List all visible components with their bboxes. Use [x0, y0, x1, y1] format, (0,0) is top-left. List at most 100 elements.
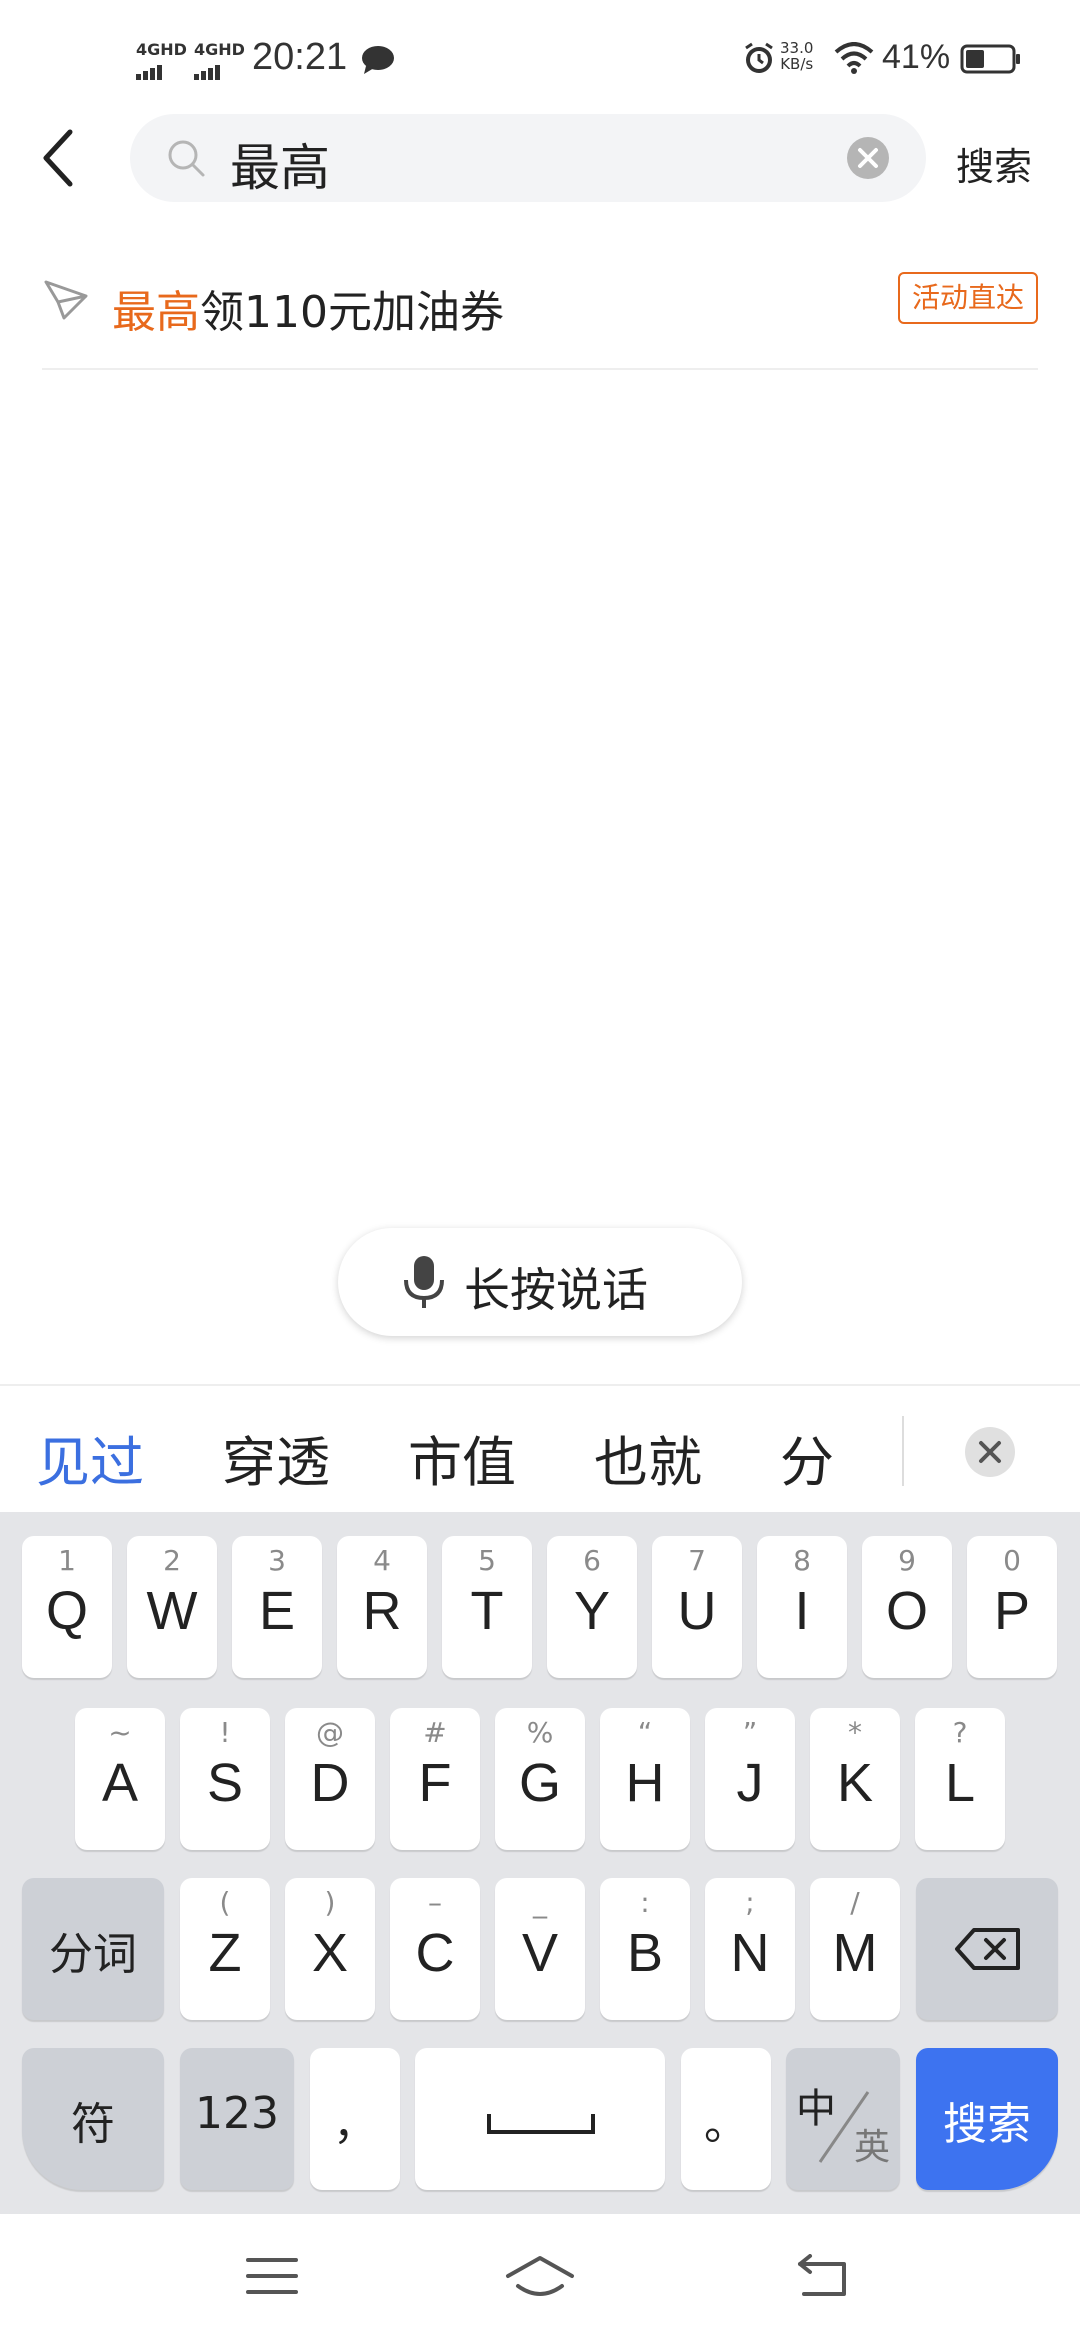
lang-en-label: 英 [853, 2127, 890, 2168]
key-hint: * [848, 1716, 862, 1749]
key-z[interactable]: (Z [180, 1878, 270, 2020]
search-input[interactable]: 最高 [230, 128, 330, 200]
voice-input-button[interactable]: 长按说话 [338, 1228, 742, 1336]
key-b[interactable]: :B [600, 1878, 690, 2020]
key-label: V [521, 1923, 559, 1983]
key-u[interactable]: 7U [652, 1536, 742, 1678]
key-label: E [258, 1581, 296, 1641]
symbols-key[interactable]: 符 [22, 2048, 164, 2190]
key-r[interactable]: 4R [337, 1536, 427, 1678]
key-i[interactable]: 8I [757, 1536, 847, 1678]
suggestion-row[interactable]: 最高领110元加油券 活动直达 [42, 264, 1038, 370]
space-key[interactable] [415, 2048, 665, 2190]
suggestion-text: 最高领110元加油券 [112, 276, 504, 340]
key-s[interactable]: ! S [180, 1708, 270, 1850]
key-label: J [736, 1753, 764, 1813]
key-label: X [311, 1923, 349, 1983]
network-speed-value: 33.0 [780, 39, 814, 57]
key-label: Q [45, 1581, 88, 1641]
battery-percent: 41% [882, 38, 951, 76]
key-q[interactable]: 1Q [22, 1536, 112, 1678]
divider [902, 1416, 904, 1486]
battery-icon [960, 44, 1020, 74]
key-hint: 8 [793, 1544, 811, 1577]
segment-key[interactable]: 分词 [22, 1878, 164, 2020]
key-label: T [470, 1581, 504, 1641]
key-hint: 4 [373, 1544, 391, 1577]
paper-plane-icon [44, 280, 88, 320]
key-j[interactable]: ” J [705, 1708, 795, 1850]
key-label: B [626, 1923, 664, 1983]
keyboard-search-key[interactable]: 搜索 [916, 2048, 1058, 2190]
key-h[interactable]: “H [600, 1708, 690, 1850]
key-hint: 1 [58, 1544, 76, 1577]
key-label: 搜索 [943, 2099, 1031, 2150]
suggestion-highlight: 最高 [112, 287, 200, 338]
key-hint: 2 [163, 1544, 181, 1577]
key-label: L [944, 1753, 976, 1813]
key-label: O [885, 1581, 928, 1641]
menu-icon[interactable] [246, 2254, 298, 2298]
clock: 20:21 [252, 36, 348, 78]
key-p[interactable]: 0P [967, 1536, 1057, 1678]
search-bar[interactable]: 最高 [130, 114, 926, 202]
back-arrow-icon[interactable] [36, 124, 96, 192]
key-t[interactable]: 5T [442, 1536, 532, 1678]
key-label: H [625, 1753, 665, 1813]
numbers-key[interactable]: 123 [180, 2048, 294, 2190]
key-hint: 5 [478, 1544, 496, 1577]
key-a[interactable]: ~ A [75, 1708, 165, 1850]
backspace-icon [955, 1928, 1020, 1970]
key-y[interactable]: 6Y [547, 1536, 637, 1678]
key-c[interactable]: – C [390, 1878, 480, 2020]
back-nav-icon[interactable] [796, 2254, 852, 2298]
key-d[interactable]: @ D [285, 1708, 375, 1850]
key-label: S [206, 1753, 244, 1813]
network-speed: 33.0 KB/s [780, 40, 813, 72]
key-hint: % [526, 1716, 554, 1749]
key-x[interactable]: ) X [285, 1878, 375, 2020]
key-label: W [146, 1581, 198, 1641]
key-hint: ! [219, 1716, 231, 1749]
key-hint: @ [316, 1716, 344, 1749]
signal-bars-icon [136, 61, 187, 80]
key-w[interactable]: 2W [127, 1536, 217, 1678]
close-icon[interactable] [964, 1426, 1016, 1478]
key-label: U [677, 1581, 717, 1641]
language-switch-key[interactable]: 中 英 [786, 2048, 900, 2190]
home-icon[interactable] [504, 2254, 576, 2302]
key-m[interactable]: / M [810, 1878, 900, 2020]
space-icon [487, 2114, 595, 2134]
key-g[interactable]: % G [495, 1708, 585, 1850]
key-o[interactable]: 9O [862, 1536, 952, 1678]
backspace-key[interactable] [916, 1878, 1058, 2020]
wifi-icon [834, 42, 874, 74]
key-hint: : [640, 1886, 650, 1919]
candidate-item[interactable]: 市值 [408, 1418, 516, 1497]
network-speed-unit: KB/s [780, 55, 814, 73]
search-button[interactable]: 搜索 [956, 136, 1032, 191]
key-hint: ) [324, 1886, 336, 1919]
candidate-item[interactable]: 穿透 [222, 1418, 330, 1497]
candidate-item[interactable]: 也就 [594, 1418, 702, 1497]
candidate-item[interactable]: 见过 [36, 1418, 144, 1497]
key-k[interactable]: * K [810, 1708, 900, 1850]
key-label: Z [208, 1923, 242, 1983]
period-key[interactable]: 。 [681, 2048, 771, 2190]
key-label: A [101, 1753, 139, 1813]
activity-badge[interactable]: 活动直达 [897, 272, 1038, 324]
clear-icon[interactable] [846, 136, 890, 180]
key-label: 符 [71, 2099, 115, 2150]
key-label: I [794, 1581, 810, 1641]
comma-key[interactable]: ， [310, 2048, 400, 2190]
key-label: N [730, 1923, 770, 1983]
voice-input-label: 长按说话 [464, 1263, 648, 1317]
key-hint: – [428, 1886, 442, 1919]
key-e[interactable]: 3E [232, 1536, 322, 1678]
key-f[interactable]: # F [390, 1708, 480, 1850]
sim2-signal: 4GHD [194, 40, 245, 80]
key-v[interactable]: _ V [495, 1878, 585, 2020]
candidate-item[interactable]: 分 [780, 1418, 834, 1497]
key-n[interactable]: ; N [705, 1878, 795, 2020]
key-l[interactable]: ? L [915, 1708, 1005, 1850]
